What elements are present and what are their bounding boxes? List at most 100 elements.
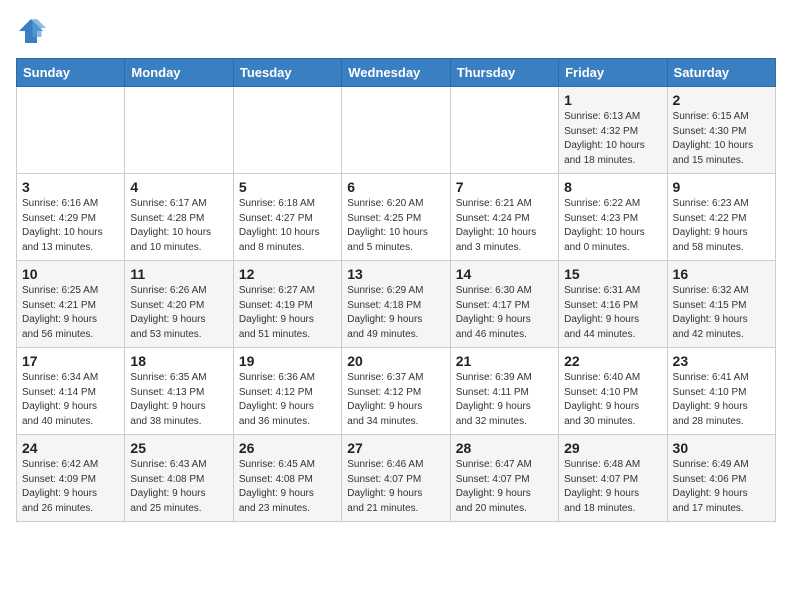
day-info: Sunrise: 6:30 AM Sunset: 4:17 PM Dayligh… xyxy=(456,284,553,342)
calendar-cell: 6 Sunrise: 6:20 AM Sunset: 4:25 PM Daylig… xyxy=(342,174,450,261)
calendar-week-row: 3 Sunrise: 6:16 AM Sunset: 4:29 PM Daylig… xyxy=(17,174,776,261)
calendar-cell xyxy=(342,87,450,174)
day-number: 24 xyxy=(22,440,119,456)
calendar-cell xyxy=(450,87,558,174)
header-row: SundayMondayTuesdayWednesdayThursdayFrid… xyxy=(17,59,776,87)
calendar-cell: 29 Sunrise: 6:48 AM Sunset: 4:07 PM Dayli… xyxy=(559,435,667,522)
day-info: Sunrise: 6:46 AM Sunset: 4:07 PM Dayligh… xyxy=(347,458,444,516)
day-number: 13 xyxy=(347,266,444,282)
day-info: Sunrise: 6:18 AM Sunset: 4:27 PM Dayligh… xyxy=(239,197,336,255)
calendar-table: SundayMondayTuesdayWednesdayThursdayFrid… xyxy=(16,58,776,522)
day-info: Sunrise: 6:48 AM Sunset: 4:07 PM Dayligh… xyxy=(564,458,661,516)
calendar-week-row: 24 Sunrise: 6:42 AM Sunset: 4:09 PM Dayli… xyxy=(17,435,776,522)
calendar-cell: 7Sunrise: 6:21 AM Sunset: 4:24 PM Daylig… xyxy=(450,174,558,261)
page-header xyxy=(16,16,776,46)
weekday-header: Tuesday xyxy=(233,59,341,87)
day-number: 22 xyxy=(564,353,661,369)
calendar-week-row: 1Sunrise: 6:13 AM Sunset: 4:32 PM Daylig… xyxy=(17,87,776,174)
day-number: 23 xyxy=(673,353,770,369)
day-number: 2 xyxy=(673,92,770,108)
calendar-cell: 22 Sunrise: 6:40 AM Sunset: 4:10 PM Dayli… xyxy=(559,348,667,435)
calendar-cell: 27 Sunrise: 6:46 AM Sunset: 4:07 PM Dayli… xyxy=(342,435,450,522)
calendar-cell: 17 Sunrise: 6:34 AM Sunset: 4:14 PM Dayli… xyxy=(17,348,125,435)
day-info: Sunrise: 6:25 AM Sunset: 4:21 PM Dayligh… xyxy=(22,284,119,342)
weekday-header: Wednesday xyxy=(342,59,450,87)
logo xyxy=(16,16,50,46)
day-number: 10 xyxy=(22,266,119,282)
day-number: 25 xyxy=(130,440,227,456)
calendar-cell xyxy=(233,87,341,174)
day-info: Sunrise: 6:35 AM Sunset: 4:13 PM Dayligh… xyxy=(130,371,227,429)
calendar-cell: 30Sunrise: 6:49 AM Sunset: 4:06 PM Dayli… xyxy=(667,435,775,522)
day-info: Sunrise: 6:22 AM Sunset: 4:23 PM Dayligh… xyxy=(564,197,661,255)
day-info: Sunrise: 6:31 AM Sunset: 4:16 PM Dayligh… xyxy=(564,284,661,342)
calendar-cell: 4Sunrise: 6:17 AM Sunset: 4:28 PM Daylig… xyxy=(125,174,233,261)
day-number: 30 xyxy=(673,440,770,456)
day-info: Sunrise: 6:26 AM Sunset: 4:20 PM Dayligh… xyxy=(130,284,227,342)
day-info: Sunrise: 6:39 AM Sunset: 4:11 PM Dayligh… xyxy=(456,371,553,429)
day-number: 6 xyxy=(347,179,444,195)
day-number: 1 xyxy=(564,92,661,108)
day-info: Sunrise: 6:45 AM Sunset: 4:08 PM Dayligh… xyxy=(239,458,336,516)
weekday-header: Thursday xyxy=(450,59,558,87)
day-info: Sunrise: 6:20 AM Sunset: 4:25 PM Dayligh… xyxy=(347,197,444,255)
day-number: 28 xyxy=(456,440,553,456)
calendar-cell: 20 Sunrise: 6:37 AM Sunset: 4:12 PM Dayli… xyxy=(342,348,450,435)
calendar-cell: 2 Sunrise: 6:15 AM Sunset: 4:30 PM Daylig… xyxy=(667,87,775,174)
day-info: Sunrise: 6:40 AM Sunset: 4:10 PM Dayligh… xyxy=(564,371,661,429)
calendar-cell xyxy=(17,87,125,174)
calendar-cell: 19Sunrise: 6:36 AM Sunset: 4:12 PM Dayli… xyxy=(233,348,341,435)
day-number: 9 xyxy=(673,179,770,195)
day-number: 15 xyxy=(564,266,661,282)
day-number: 29 xyxy=(564,440,661,456)
day-info: Sunrise: 6:23 AM Sunset: 4:22 PM Dayligh… xyxy=(673,197,770,255)
day-info: Sunrise: 6:43 AM Sunset: 4:08 PM Dayligh… xyxy=(130,458,227,516)
day-number: 16 xyxy=(673,266,770,282)
day-number: 3 xyxy=(22,179,119,195)
calendar-cell: 25 Sunrise: 6:43 AM Sunset: 4:08 PM Dayli… xyxy=(125,435,233,522)
day-number: 20 xyxy=(347,353,444,369)
day-info: Sunrise: 6:15 AM Sunset: 4:30 PM Dayligh… xyxy=(673,110,770,168)
weekday-header: Sunday xyxy=(17,59,125,87)
calendar-cell: 5 Sunrise: 6:18 AM Sunset: 4:27 PM Daylig… xyxy=(233,174,341,261)
calendar-cell: 1Sunrise: 6:13 AM Sunset: 4:32 PM Daylig… xyxy=(559,87,667,174)
day-info: Sunrise: 6:32 AM Sunset: 4:15 PM Dayligh… xyxy=(673,284,770,342)
calendar-cell: 28 Sunrise: 6:47 AM Sunset: 4:07 PM Dayli… xyxy=(450,435,558,522)
calendar-cell: 13 Sunrise: 6:29 AM Sunset: 4:18 PM Dayli… xyxy=(342,261,450,348)
calendar-cell: 18Sunrise: 6:35 AM Sunset: 4:13 PM Dayli… xyxy=(125,348,233,435)
day-info: Sunrise: 6:47 AM Sunset: 4:07 PM Dayligh… xyxy=(456,458,553,516)
calendar-cell: 21 Sunrise: 6:39 AM Sunset: 4:11 PM Dayli… xyxy=(450,348,558,435)
day-number: 8 xyxy=(564,179,661,195)
day-number: 27 xyxy=(347,440,444,456)
calendar-cell: 11Sunrise: 6:26 AM Sunset: 4:20 PM Dayli… xyxy=(125,261,233,348)
day-info: Sunrise: 6:36 AM Sunset: 4:12 PM Dayligh… xyxy=(239,371,336,429)
calendar-cell: 8 Sunrise: 6:22 AM Sunset: 4:23 PM Daylig… xyxy=(559,174,667,261)
day-number: 21 xyxy=(456,353,553,369)
calendar-cell: 14 Sunrise: 6:30 AM Sunset: 4:17 PM Dayli… xyxy=(450,261,558,348)
calendar-cell: 9 Sunrise: 6:23 AM Sunset: 4:22 PM Daylig… xyxy=(667,174,775,261)
day-number: 26 xyxy=(239,440,336,456)
calendar-cell xyxy=(125,87,233,174)
day-info: Sunrise: 6:37 AM Sunset: 4:12 PM Dayligh… xyxy=(347,371,444,429)
day-info: Sunrise: 6:29 AM Sunset: 4:18 PM Dayligh… xyxy=(347,284,444,342)
day-info: Sunrise: 6:16 AM Sunset: 4:29 PM Dayligh… xyxy=(22,197,119,255)
calendar-week-row: 17 Sunrise: 6:34 AM Sunset: 4:14 PM Dayli… xyxy=(17,348,776,435)
day-number: 17 xyxy=(22,353,119,369)
logo-icon xyxy=(16,16,46,46)
day-number: 4 xyxy=(130,179,227,195)
day-number: 5 xyxy=(239,179,336,195)
day-info: Sunrise: 6:34 AM Sunset: 4:14 PM Dayligh… xyxy=(22,371,119,429)
calendar-cell: 24 Sunrise: 6:42 AM Sunset: 4:09 PM Dayli… xyxy=(17,435,125,522)
calendar-cell: 12 Sunrise: 6:27 AM Sunset: 4:19 PM Dayli… xyxy=(233,261,341,348)
calendar-cell: 3 Sunrise: 6:16 AM Sunset: 4:29 PM Daylig… xyxy=(17,174,125,261)
day-number: 14 xyxy=(456,266,553,282)
calendar-cell: 16 Sunrise: 6:32 AM Sunset: 4:15 PM Dayli… xyxy=(667,261,775,348)
calendar-cell: 26 Sunrise: 6:45 AM Sunset: 4:08 PM Dayli… xyxy=(233,435,341,522)
calendar-cell: 23Sunrise: 6:41 AM Sunset: 4:10 PM Dayli… xyxy=(667,348,775,435)
day-info: Sunrise: 6:27 AM Sunset: 4:19 PM Dayligh… xyxy=(239,284,336,342)
calendar-cell: 10 Sunrise: 6:25 AM Sunset: 4:21 PM Dayli… xyxy=(17,261,125,348)
weekday-header: Friday xyxy=(559,59,667,87)
weekday-header: Monday xyxy=(125,59,233,87)
day-number: 12 xyxy=(239,266,336,282)
day-info: Sunrise: 6:42 AM Sunset: 4:09 PM Dayligh… xyxy=(22,458,119,516)
